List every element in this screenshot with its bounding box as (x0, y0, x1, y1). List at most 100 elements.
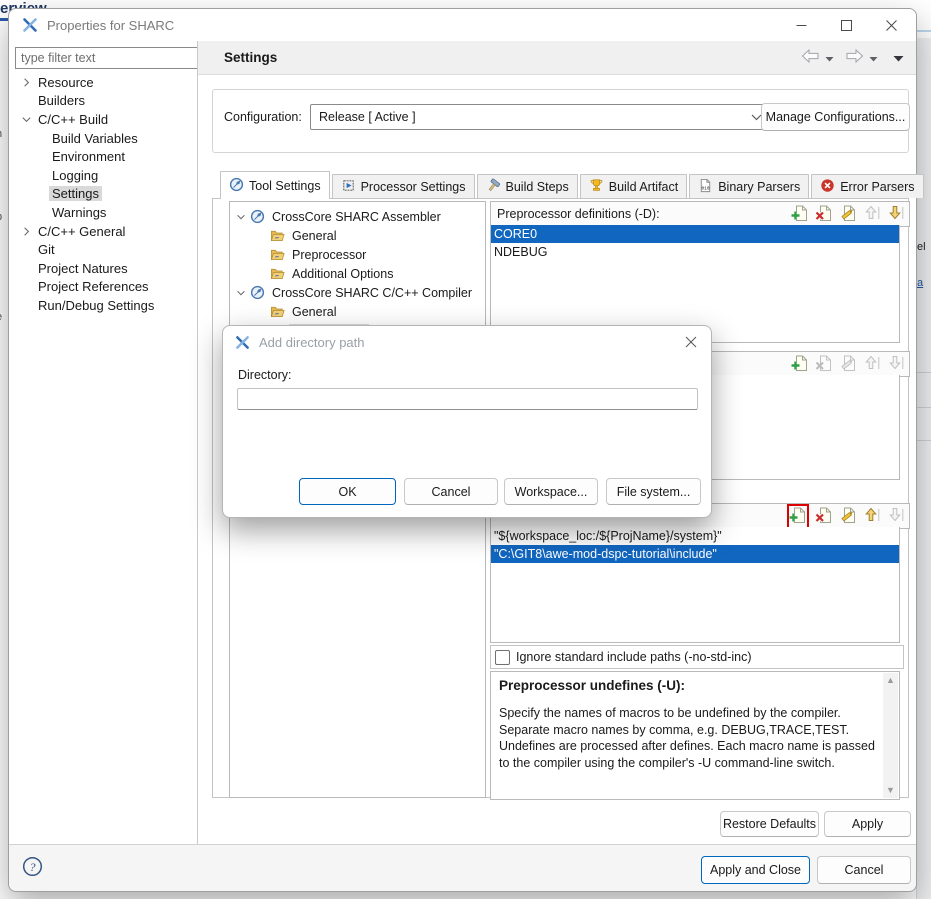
processor-icon (341, 178, 356, 196)
modal-cancel-button[interactable]: Cancel (404, 478, 498, 505)
properties-category-tree: Resource Builders C/C++ Build Build Vari… (9, 73, 197, 315)
occluded-window-line (916, 407, 931, 408)
maximize-button[interactable] (824, 9, 869, 41)
sidebar-item-logging[interactable]: Logging (9, 166, 197, 185)
chevron-right-icon[interactable] (18, 76, 35, 89)
edit-item-icon-disabled[interactable] (839, 354, 857, 375)
occluded-window-line (916, 372, 931, 373)
ignore-std-includes-checkbox[interactable] (495, 650, 510, 665)
tree-item-general[interactable]: General (230, 226, 485, 245)
close-button[interactable] (869, 9, 914, 41)
move-down-icon-disabled[interactable] (887, 506, 905, 527)
directory-input[interactable] (237, 388, 698, 410)
crosscore-logo-icon (22, 17, 38, 33)
occluded-text-fragment: l (0, 422, 6, 434)
back-dropdown-icon[interactable] (825, 51, 834, 65)
sidebar-item-resource[interactable]: Resource (9, 73, 197, 92)
tree-item-assembler[interactable]: CrossCore SHARC Assembler (230, 207, 485, 226)
help-icon[interactable]: ? (22, 856, 43, 880)
sidebar-item-project-references[interactable]: Project References (9, 278, 197, 297)
modal-title: Add directory path (259, 335, 365, 350)
directory-label: Directory: (238, 368, 291, 382)
ignore-std-includes-label: Ignore standard include paths (-no-std-i… (516, 650, 752, 664)
tree-item-compiler[interactable]: CrossCore SHARC C/C++ Compiler (230, 283, 485, 302)
sidebar-item-warnings[interactable]: Warnings (9, 203, 197, 222)
add-item-icon[interactable] (791, 204, 809, 225)
view-menu-icon[interactable] (893, 51, 904, 65)
tree-item-preprocessor[interactable]: Preprocessor (230, 245, 485, 264)
delete-item-icon-disabled[interactable] (815, 354, 833, 375)
error-icon (820, 178, 835, 196)
forward-dropdown-icon[interactable] (869, 51, 878, 65)
chevron-down-icon[interactable] (233, 211, 249, 223)
sidebar-item-git[interactable]: Git (9, 240, 197, 259)
close-icon[interactable] (685, 336, 697, 351)
apply-button[interactable]: Apply (824, 811, 911, 837)
move-down-icon[interactable] (887, 204, 905, 225)
occluded-text-fragment: p (0, 211, 6, 223)
occluded-window-line (916, 30, 931, 32)
minimize-button[interactable] (779, 9, 824, 41)
edit-item-icon[interactable] (839, 506, 857, 527)
tab-processor-settings[interactable]: Processor Settings (332, 174, 475, 198)
move-up-icon-disabled[interactable] (863, 204, 881, 225)
sidebar-item-settings[interactable]: Settings (9, 185, 197, 204)
chevron-down-icon[interactable] (18, 113, 35, 126)
occluded-text-fragment: t (0, 294, 6, 306)
list-item[interactable]: "C:\GIT8\awe-mod-dspc-tutorial\include" (491, 545, 899, 563)
occluded-link-fragment: a (917, 277, 931, 289)
page-title: Settings (224, 50, 277, 65)
manage-configurations-button[interactable]: Manage Configurations... (761, 103, 910, 131)
sidebar-item-cpp-general[interactable]: C/C++ General (9, 222, 197, 241)
sidebar-item-builders[interactable]: Builders (9, 92, 197, 111)
sidebar-item-build-variables[interactable]: Build Variables (9, 129, 197, 148)
definitions-header: Preprocessor definitions (-D): (490, 201, 910, 227)
edit-item-icon[interactable] (839, 204, 857, 225)
tab-error-parsers[interactable]: Error Parsers (811, 174, 923, 198)
scroll-up-icon[interactable]: ▲ (886, 676, 895, 685)
tool-icon (249, 285, 265, 300)
add-item-icon[interactable] (791, 354, 809, 375)
filter-input[interactable] (15, 47, 199, 69)
list-item[interactable]: "${workspace_loc:/${ProjName}/system}" (491, 527, 899, 545)
move-down-icon-disabled[interactable] (887, 354, 905, 375)
modal-title-bar[interactable]: Add directory path (223, 326, 711, 358)
configuration-select[interactable]: Release [ Active ] (310, 104, 771, 130)
svg-text:010: 010 (702, 185, 710, 191)
tree-item-additional-options[interactable]: Additional Options (230, 264, 485, 283)
cancel-button[interactable]: Cancel (817, 856, 911, 884)
sidebar-item-cpp-build[interactable]: C/C++ Build (9, 110, 197, 129)
tab-tool-settings[interactable]: Tool Settings (220, 171, 330, 199)
add-item-icon[interactable] (789, 506, 807, 527)
move-up-icon[interactable] (863, 506, 881, 527)
list-item[interactable]: NDEBUG (491, 243, 899, 261)
file-system-button[interactable]: File system... (606, 478, 701, 505)
workspace-button[interactable]: Workspace... (504, 478, 598, 505)
title-bar[interactable]: Properties for SHARC (9, 9, 916, 41)
sidebar-item-environment[interactable]: Environment (9, 147, 197, 166)
includes-list[interactable]: "${workspace_loc:/${ProjName}/system}" "… (490, 527, 900, 643)
ignore-std-includes-row: Ignore standard include paths (-no-std-i… (490, 645, 904, 669)
chevron-right-icon[interactable] (18, 225, 35, 238)
sidebar-item-run-debug-settings[interactable]: Run/Debug Settings (9, 296, 197, 315)
scroll-down-icon[interactable]: ▼ (886, 786, 895, 795)
apply-and-close-button[interactable]: Apply and Close (701, 856, 810, 884)
forward-arrow-icon[interactable] (845, 49, 864, 66)
delete-item-icon[interactable] (815, 204, 833, 225)
tab-binary-parsers[interactable]: 010 Binary Parsers (689, 174, 809, 198)
sidebar-item-project-natures[interactable]: Project Natures (9, 259, 197, 278)
undefines-title: Preprocessor undefines (-U): (499, 678, 877, 693)
tree-item-general-compiler[interactable]: General (230, 302, 485, 321)
list-item[interactable]: CORE0 (491, 225, 899, 243)
scrollbar[interactable]: ▲ ▼ (883, 673, 898, 798)
delete-item-icon[interactable] (815, 506, 833, 527)
ok-button[interactable]: OK (299, 478, 396, 505)
settings-tab-strip: Tool Settings Processor Settings Build S… (220, 170, 924, 198)
hammer-icon (486, 178, 501, 196)
back-arrow-icon[interactable] (801, 49, 820, 66)
restore-defaults-button[interactable]: Restore Defaults (720, 811, 819, 837)
tab-build-steps[interactable]: Build Steps (477, 174, 578, 198)
move-up-icon-disabled[interactable] (863, 354, 881, 375)
tab-build-artifact[interactable]: Build Artifact (580, 174, 687, 198)
chevron-down-icon[interactable] (233, 287, 249, 299)
